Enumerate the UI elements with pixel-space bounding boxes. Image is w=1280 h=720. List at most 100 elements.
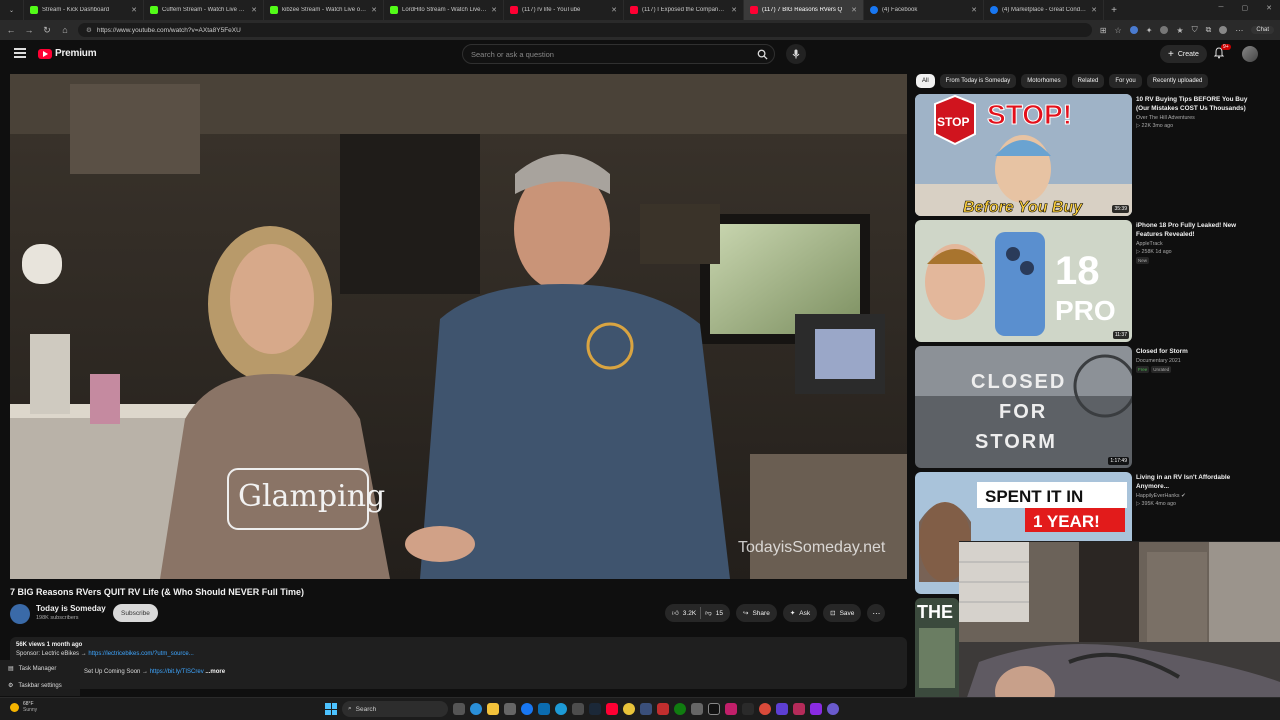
reload-icon[interactable]: ↻ [42, 25, 52, 36]
install-icon[interactable]: ⊞ [1100, 26, 1107, 35]
menu-dots-icon[interactable]: ⋯ [1235, 26, 1243, 35]
home-icon[interactable]: ⌂ [60, 25, 70, 35]
video-thumbnail[interactable]: 18 PRO 11:37 [915, 220, 1132, 342]
browser-tab[interactable]: Cuffem Stream - Watch Live on Ki ✕ [144, 0, 264, 20]
favorites-icon[interactable]: ★ [1176, 26, 1183, 35]
like-button[interactable]: 👍︎ 3.2K [672, 609, 696, 618]
app-icon[interactable] [538, 703, 550, 715]
capcut-icon[interactable] [708, 703, 720, 715]
youtube-logo[interactable]: Premium [38, 48, 97, 59]
app-icon[interactable] [657, 703, 669, 715]
browser-tab[interactable]: Stream - Kick Dashboard ✕ [24, 0, 144, 20]
account-avatar[interactable] [1242, 46, 1258, 62]
browser-tab[interactable]: (4) Marketplace - Great Conditio ✕ [984, 0, 1104, 20]
ask-button[interactable]: ✦ Ask [782, 604, 818, 622]
xbox-icon[interactable] [674, 703, 686, 715]
channel-avatar[interactable] [10, 604, 30, 624]
copilot-chat-button[interactable]: Chat [1251, 26, 1274, 34]
app-icon[interactable] [725, 703, 737, 715]
share-button[interactable]: ↪ Share [736, 604, 777, 622]
filter-chip[interactable]: Recently uploaded [1146, 74, 1209, 88]
youtube-icon[interactable] [606, 703, 618, 715]
close-tab-icon[interactable]: ✕ [611, 6, 617, 14]
description-box[interactable]: 56K views 1 month ago Sponsor: Lectric e… [10, 637, 907, 689]
browser-tab[interactable]: (117) 7 BIG Reasons RVers Q ✕ [744, 0, 864, 20]
voice-search-button[interactable] [786, 44, 806, 64]
dislike-button[interactable]: 👎︎ 15 [705, 609, 723, 618]
taskbar-search[interactable]: ⌕ Search [342, 701, 448, 717]
close-tab-icon[interactable]: ✕ [131, 6, 137, 14]
tab-list-button[interactable]: ⌄ [0, 0, 24, 20]
close-tab-icon[interactable]: ✕ [851, 6, 857, 14]
close-tab-icon[interactable]: ✕ [1091, 6, 1097, 14]
new-tab-button[interactable]: + [1104, 5, 1124, 16]
setup-link[interactable]: https://bit.ly/TISCrev [150, 669, 204, 675]
browser-tab[interactable]: LordHito Stream - Watch Live on ✕ [384, 0, 504, 20]
app-icon[interactable] [827, 703, 839, 715]
channel-name[interactable]: Today is Someday [36, 604, 106, 613]
steam-icon[interactable] [589, 703, 601, 715]
shield-icon[interactable]: ⛉ [1192, 25, 1198, 35]
filter-chip[interactable]: Related [1071, 74, 1105, 88]
show-more-button[interactable]: ...more [205, 669, 225, 675]
weather-widget[interactable]: 68°F Sunny [10, 701, 37, 713]
search-input[interactable] [471, 48, 731, 60]
filter-chip[interactable]: For you [1109, 74, 1142, 88]
close-window-icon[interactable]: ✕ [1266, 4, 1272, 12]
close-tab-icon[interactable]: ✕ [251, 6, 257, 14]
create-button[interactable]: + Create [1160, 45, 1207, 63]
recommendation-title[interactable]: Closed for Storm [1136, 347, 1254, 356]
recommendation-channel[interactable]: AppleTrack [1136, 241, 1254, 247]
extension-icon[interactable] [1129, 26, 1138, 34]
app-icon[interactable] [793, 703, 805, 715]
menu-icon[interactable] [14, 48, 26, 58]
recommendation-channel[interactable]: Over The Hill Adventures [1136, 115, 1254, 121]
extension-puzzle-icon[interactable]: ✦ [1146, 26, 1153, 35]
recommendation-title[interactable]: 10 RV Buying Tips BEFORE You Buy (Our Mi… [1136, 95, 1254, 113]
collections-icon[interactable]: ⧉ [1206, 25, 1212, 35]
address-bar[interactable]: ⚙ https://www.youtube.com/watch?v=AXta8Y… [78, 23, 1092, 37]
app-icon[interactable] [640, 703, 652, 715]
app-icon[interactable] [810, 703, 822, 715]
filter-chip[interactable]: All [916, 74, 935, 88]
windows-start-icon[interactable] [325, 703, 337, 715]
video-thumbnail[interactable]: CLOSED FOR STORM 1:17:49 [915, 346, 1132, 468]
app-icon[interactable] [742, 703, 754, 715]
browser-tab[interactable]: (117) I Exposed the Company Spy ✕ [624, 0, 744, 20]
file-explorer-icon[interactable] [487, 703, 499, 715]
app-icon[interactable] [776, 703, 788, 715]
recommendation-item[interactable]: CLOSED FOR STORM 1:17:49 Closed for Stor… [915, 346, 1255, 468]
recommendation-channel[interactable]: HappilyEverHanks ✔ [1136, 493, 1254, 499]
taskbar-settings-item[interactable]: ⚙ Taskbar settings [0, 677, 80, 694]
more-actions-button[interactable]: ⋯ [867, 604, 886, 622]
search-button[interactable] [750, 45, 774, 63]
minimize-icon[interactable]: ─ [1219, 4, 1224, 12]
maximize-icon[interactable]: ▢ [1242, 4, 1249, 12]
sponsor-link[interactable]: https://lectricebikes.com/?utm_source... [88, 651, 193, 657]
browser-tab[interactable]: kibzee Stream - Watch Live on Ki ✕ [264, 0, 384, 20]
recommendation-title[interactable]: iPhone 18 Pro Fully Leaked! New Features… [1136, 221, 1254, 239]
recommendation-item[interactable]: 18 PRO 11:37 iPhone 18 Pro Fully Leaked!… [915, 220, 1255, 342]
store-icon[interactable] [504, 703, 516, 715]
edge-icon[interactable] [555, 703, 567, 715]
filter-chip[interactable]: From Today is Someday [939, 74, 1017, 88]
forward-icon[interactable]: → [24, 25, 34, 35]
subscribe-button[interactable]: Subscribe [113, 604, 158, 622]
app-icon[interactable] [691, 703, 703, 715]
save-button[interactable]: ⊡ Save [823, 604, 862, 622]
extension-icon[interactable] [1160, 26, 1169, 34]
app-icon[interactable] [572, 703, 584, 715]
back-icon[interactable]: ← [6, 25, 16, 35]
recommendation-title[interactable]: Living in an RV Isn't Affordable Anymore… [1136, 473, 1254, 491]
recommendation-channel[interactable]: Documentary 2021 [1136, 358, 1254, 364]
edge-icon[interactable] [470, 703, 482, 715]
close-tab-icon[interactable]: ✕ [731, 6, 737, 14]
close-tab-icon[interactable]: ✕ [491, 6, 497, 14]
bookmark-star-icon[interactable]: ☆ [1115, 26, 1122, 35]
video-thumbnail[interactable]: STOP STOP! Before You Buy 35:39 [915, 94, 1132, 216]
browser-tab[interactable]: (117) rv life - YouTube ✕ [504, 0, 624, 20]
recommendation-item[interactable]: STOP STOP! Before You Buy 35:39 10 RV Bu… [915, 94, 1255, 216]
site-info-icon[interactable]: ⚙ [86, 26, 92, 34]
task-manager-item[interactable]: ▤ Task Manager [0, 660, 80, 677]
close-tab-icon[interactable]: ✕ [371, 6, 377, 14]
